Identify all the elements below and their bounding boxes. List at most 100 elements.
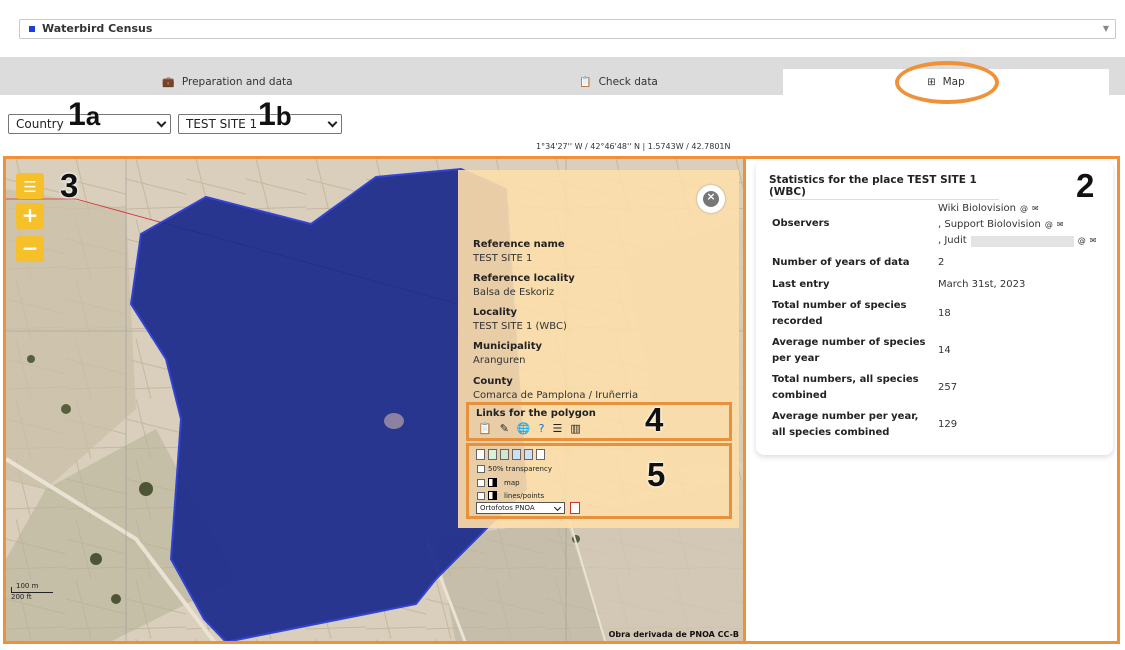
field-county: County Comarca de Pamplona / Iruñerria (473, 376, 638, 401)
help-icon[interactable]: ? (539, 422, 545, 435)
coordinate-readout: 1°34'27'' W / 42°46'48'' N | 1.5743W / 4… (536, 142, 731, 151)
annotation-1a: 1a (68, 96, 101, 132)
chevron-down-icon (156, 117, 167, 128)
layers-icon[interactable]: ☰ (552, 422, 562, 435)
scale-m: 100 m (16, 582, 39, 590)
app-square-icon (29, 26, 35, 32)
pdf-icon[interactable] (570, 502, 580, 514)
excel-icon[interactable] (488, 449, 497, 460)
observers-label: Observers (772, 218, 830, 229)
annotation-3: 3 (60, 167, 79, 204)
transparency-checkbox[interactable] (477, 465, 485, 473)
field-value: Aranguren (473, 355, 526, 366)
mail-icon[interactable]: ✉ (1057, 217, 1064, 233)
stat-label: Number of years of data (772, 257, 910, 268)
field-label: Municipality (473, 341, 543, 352)
tab-preparation-label: Preparation and data (181, 76, 293, 88)
excel-export-icon[interactable] (500, 449, 509, 460)
annotation-5: 5 (647, 456, 666, 493)
map-option-label: map (504, 478, 520, 487)
stats-title: Statistics for the place TEST SITE 1 (WB… (769, 174, 999, 200)
stat-value: 257 (938, 382, 958, 393)
at-icon[interactable]: @ (1078, 233, 1086, 249)
transparency-label: 50% transparency (488, 465, 552, 473)
stat-value: 2 (938, 257, 945, 268)
contrast-icon (488, 491, 497, 500)
observer-item: , Judit @ ✉ (938, 233, 1118, 249)
tab-check-data-label: Check data (598, 76, 658, 88)
edit-icon[interactable]: ✎ (500, 422, 509, 435)
layers-icon: ☰ (23, 178, 37, 196)
stat-value: 18 (938, 308, 951, 319)
map-option[interactable]: map (477, 478, 520, 487)
annotation-4: 4 (645, 401, 664, 438)
country-select-value: Country (16, 117, 64, 131)
basemap-select[interactable]: Ortofotos PNOA (476, 502, 565, 514)
field-reference-locality: Reference locality Balsa de Eskoriz (473, 273, 575, 298)
site-select-value: TEST SITE 1 (186, 117, 258, 131)
observer-name: Wiki Biolovision (938, 203, 1016, 214)
export-icon[interactable] (524, 449, 533, 460)
clipboard-check-icon: 📋 (579, 76, 592, 88)
lines-option-label: lines/points (504, 491, 545, 500)
observer-name: , Support Biolovision (938, 219, 1041, 230)
map-view[interactable]: ☰ + − 100 m 200 ft Obra derivada de PNOA… (3, 156, 746, 644)
map-attribution: Obra derivada de PNOA CC-B (608, 630, 739, 639)
stat-value: 14 (938, 345, 951, 356)
zoom-in-button[interactable]: + (16, 203, 44, 229)
statistics-card: Statistics for the place TEST SITE 1 (WB… (756, 161, 1113, 455)
app-selector[interactable]: Waterbird Census ▼ (19, 19, 1116, 39)
stat-label: Average number per year, all species com… (772, 411, 919, 438)
field-label: Reference locality (473, 273, 575, 284)
document-icon[interactable] (476, 449, 485, 460)
globe-icon[interactable]: 🌐 (517, 422, 531, 435)
polygon-links: Links for the polygon 📋 ✎ 🌐 ? ☰ ▥ (466, 402, 732, 441)
close-button[interactable]: × (697, 185, 725, 213)
scale-bar: 100 m 200 ft (11, 582, 53, 601)
at-icon[interactable]: @ (1045, 217, 1053, 233)
observers-list: Wiki Biolovision @ ✉ , Support Biolovisi… (938, 201, 1118, 249)
stat-label: Last entry (772, 279, 830, 290)
tab-check-data[interactable]: 📋 Check data (455, 69, 782, 95)
mail-icon[interactable]: ✉ (1032, 201, 1039, 217)
tab-preparation[interactable]: 💼 Preparation and data (0, 69, 455, 95)
island-marker (384, 413, 404, 429)
field-value: TEST SITE 1 (WBC) (473, 321, 567, 332)
polygon-tools: 50% transparency map lines/points Ortofo… (466, 443, 732, 519)
stat-value: March 31st, 2023 (938, 279, 1026, 290)
stat-label: Total number of species recorded (772, 300, 907, 327)
links-title: Links for the polygon (476, 408, 596, 419)
chart-icon[interactable]: ▥ (570, 422, 580, 435)
lines-checkbox[interactable] (477, 491, 485, 500)
briefcase-icon: 💼 (162, 76, 175, 88)
import-icon[interactable] (512, 449, 521, 460)
map-checkbox[interactable] (477, 478, 485, 487)
chevron-down-icon: ▼ (1102, 24, 1109, 33)
at-icon[interactable]: @ (1020, 201, 1028, 217)
lines-option[interactable]: lines/points (477, 491, 544, 500)
mail-icon[interactable]: ✉ (1090, 233, 1097, 249)
export-buttons (476, 449, 545, 460)
layers-button[interactable]: ☰ (16, 173, 44, 199)
scale-ft: 200 ft (11, 593, 32, 601)
annotation-1b: 1b (258, 96, 292, 132)
clipboard-icon[interactable]: 📋 (478, 422, 492, 435)
field-value: Comarca de Pamplona / Iruñerria (473, 390, 639, 401)
field-locality: Locality TEST SITE 1 (WBC) (473, 307, 567, 332)
contrast-icon (488, 478, 497, 487)
redacted-name (970, 235, 1074, 247)
app-title: Waterbird Census (42, 22, 153, 35)
file-icon[interactable] (536, 449, 545, 460)
transparency-option[interactable]: 50% transparency (477, 465, 552, 473)
observer-item: , Support Biolovision @ ✉ (938, 217, 1118, 233)
map-tab-highlight (895, 61, 999, 104)
zoom-out-button[interactable]: − (16, 236, 44, 262)
polygon-popup: × Reference name TEST SITE 1 Reference l… (458, 170, 739, 528)
link-icons: 📋 ✎ 🌐 ? ☰ ▥ (478, 422, 581, 435)
observer-name: , Judit (938, 235, 967, 246)
statistics-panel: Statistics for the place TEST SITE 1 (WB… (746, 156, 1120, 644)
annotation-2: 2 (1076, 167, 1095, 204)
stat-label: Total numbers, all species combined (772, 374, 919, 401)
field-reference-name: Reference name TEST SITE 1 (473, 239, 565, 264)
field-label: Reference name (473, 239, 565, 250)
